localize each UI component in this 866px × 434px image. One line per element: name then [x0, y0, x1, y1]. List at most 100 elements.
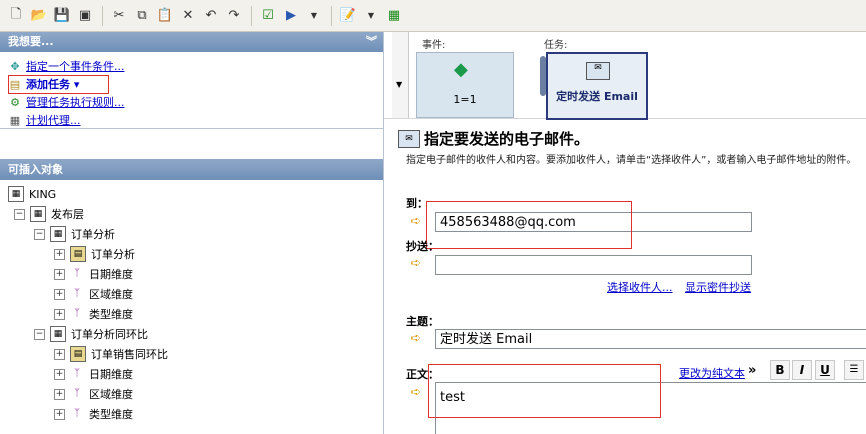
expand-toggle-icon[interactable]: +	[54, 248, 65, 260]
action-label[interactable]: 指定一个事件条件...	[26, 59, 125, 74]
rules-icon: ⚙	[10, 96, 20, 109]
tree-node[interactable]: + ▤ 订单销售同环比	[8, 344, 383, 364]
grid-icon[interactable]: ▦	[384, 6, 404, 26]
cc-label: 抄送：	[406, 240, 439, 253]
check-icon[interactable]: ☑	[258, 6, 278, 26]
tree-node-label: 类型维度	[89, 308, 133, 321]
right-panel: ▼ 事件: 任务: ◆ 1=1 ✉ 定时发送 Email ✉ 指定要发送的电子邮…	[384, 32, 866, 434]
dimension-icon: ᛉ	[74, 308, 80, 319]
task-card-text: 定时发送 Email	[556, 90, 638, 103]
main-toolbar: 🗋 📂 💾 ▣ ✂ ⧉ 📋 ✕ ↶ ↷ ☑ ▶ ▼ 📝 ▼ ▦	[0, 0, 866, 32]
tree-node-label: 日期维度	[89, 268, 133, 281]
event-diamond-icon: ◆	[454, 59, 468, 80]
action-label[interactable]: 管理任务执行规则...	[26, 95, 125, 110]
bold-button[interactable]: B	[770, 360, 790, 380]
event-icon: ✥	[10, 60, 20, 73]
tree-node[interactable]: − ▦ 订单分析同环比	[8, 324, 383, 344]
arrow-right-icon[interactable]: ➪	[408, 214, 424, 230]
project-icon: ▦	[8, 186, 24, 202]
tree-node[interactable]: + ᛉ 类型维度	[8, 304, 383, 324]
copy-icon[interactable]: ⧉	[132, 6, 152, 26]
arrow-right-icon[interactable]: ➪	[408, 331, 424, 347]
measure-icon: ▤	[70, 246, 86, 262]
save-all-icon[interactable]: ▣	[75, 6, 95, 26]
tree-node[interactable]: − ▦ 订单分析	[8, 224, 383, 244]
subject-field[interactable]: 定时发送 Email	[435, 329, 866, 349]
to-label: 到：	[406, 197, 428, 210]
expand-toggle-icon[interactable]: +	[54, 348, 65, 360]
schedule-icon: ▦	[9, 114, 21, 127]
expand-toggle-icon[interactable]: +	[54, 268, 65, 280]
tree-node-label: 订单销售同环比	[91, 348, 168, 361]
action-schedule-agent[interactable]: ▦ 计划代理...	[8, 113, 383, 128]
save-icon[interactable]: 💾	[52, 6, 72, 26]
dimension-icon: ᛉ	[74, 388, 80, 399]
action-label[interactable]: 计划代理...	[26, 113, 81, 128]
collapse-toggle-icon[interactable]: −	[34, 228, 45, 240]
section-title: 指定要发送的电子邮件。	[424, 130, 590, 148]
section-description: 指定电子邮件的收件人和内容。要添加收件人，请单击“选择收件人”，或者输入电子邮件…	[406, 155, 857, 166]
collapse-toggle-icon[interactable]: −	[34, 328, 45, 340]
tree-node-label: 发布层	[51, 208, 84, 221]
objects-header: 可插入对象	[0, 159, 383, 180]
tree-node[interactable]: + ᛉ 日期维度	[8, 264, 383, 284]
dimension-icon: ᛉ	[74, 408, 80, 419]
to-field-highlight	[426, 201, 632, 249]
show-bcc-link[interactable]: 显示密件抄送	[685, 279, 751, 295]
undo-icon[interactable]: ↶	[201, 6, 221, 26]
left-panel: 我想要... ︾ ✥ 指定一个事件条件... ▤ 添加任务 ▾ ⚙ 管理任务执行…	[0, 32, 384, 434]
expand-toggle-icon[interactable]: +	[54, 308, 65, 320]
action-manage-rules[interactable]: ⚙ 管理任务执行规则...	[8, 95, 383, 110]
expand-toggle-icon[interactable]: +	[54, 408, 65, 420]
strip-dropdown-icon[interactable]: ▼	[396, 80, 402, 89]
delete-icon[interactable]: ✕	[178, 6, 198, 26]
tree-node[interactable]: + ᛉ 日期维度	[8, 364, 383, 384]
tree-node-label: 订单分析	[91, 248, 135, 261]
expand-toggle-icon[interactable]: +	[54, 288, 65, 300]
cc-field[interactable]	[435, 255, 752, 275]
run-icon[interactable]: ▶	[281, 6, 301, 26]
tree-node[interactable]: − ▦ 发布层	[8, 204, 383, 224]
align-left-icon[interactable]: ☰	[844, 360, 864, 380]
collapse-toggle-icon[interactable]: −	[14, 208, 25, 220]
object-tree: ▦ KING − ▦ 发布层 − ▦ 订单分析 + ▤ 订单分析 + ᛉ 日期维…	[0, 180, 383, 424]
report-icon[interactable]: 📝	[338, 6, 358, 26]
arrow-right-icon[interactable]: ➪	[408, 385, 424, 401]
strip-handle	[392, 32, 409, 118]
tree-node-label: 订单分析同环比	[71, 328, 148, 341]
panel-gap	[0, 129, 383, 159]
redo-icon[interactable]: ↷	[224, 6, 244, 26]
expand-toggle-icon[interactable]: +	[54, 368, 65, 380]
tree-node-label: 类型维度	[89, 408, 133, 421]
tree-node[interactable]: + ᛉ 类型维度	[8, 404, 383, 424]
action-event-condition[interactable]: ✥ 指定一个事件条件...	[8, 59, 383, 74]
tree-node[interactable]: + ▤ 订单分析	[8, 244, 383, 264]
new-icon[interactable]: 🗋	[6, 6, 26, 26]
select-recipients-link[interactable]: 选择收件人...	[607, 279, 673, 295]
arrow-right-icon[interactable]: ➪	[408, 256, 424, 272]
tree-node-label: 区域维度	[89, 388, 133, 401]
event-card-text: 1=1	[453, 93, 477, 106]
dropdown-icon[interactable]: ▼	[304, 6, 324, 26]
measure-icon: ▤	[70, 346, 86, 362]
tree-node-label: 区域维度	[89, 288, 133, 301]
task-card[interactable]: ✉ 定时发送 Email	[546, 52, 648, 120]
underline-button[interactable]: U	[815, 360, 835, 380]
cut-icon[interactable]: ✂	[109, 6, 129, 26]
dropdown-icon[interactable]: ▼	[361, 6, 381, 26]
dimension-icon: ᛉ	[74, 288, 80, 299]
paste-icon[interactable]: 📋	[155, 6, 175, 26]
open-icon[interactable]: 📂	[29, 6, 49, 26]
collapse-icon[interactable]: ︾	[366, 32, 377, 52]
expand-toggle-icon[interactable]: +	[54, 388, 65, 400]
tree-node[interactable]: ▦ KING	[8, 184, 383, 204]
scroll-handle[interactable]	[540, 56, 546, 96]
tree-node[interactable]: + ᛉ 区域维度	[8, 284, 383, 304]
toolbar-separator	[331, 5, 332, 26]
plain-text-link[interactable]: 更改为纯文本	[679, 365, 745, 381]
italic-button[interactable]: I	[792, 360, 812, 380]
objects-header-label: 可插入对象	[8, 163, 63, 176]
tree-node[interactable]: + ᛉ 区域维度	[8, 384, 383, 404]
toolbar-separator	[251, 5, 252, 26]
event-card[interactable]: ◆ 1=1	[416, 52, 514, 118]
